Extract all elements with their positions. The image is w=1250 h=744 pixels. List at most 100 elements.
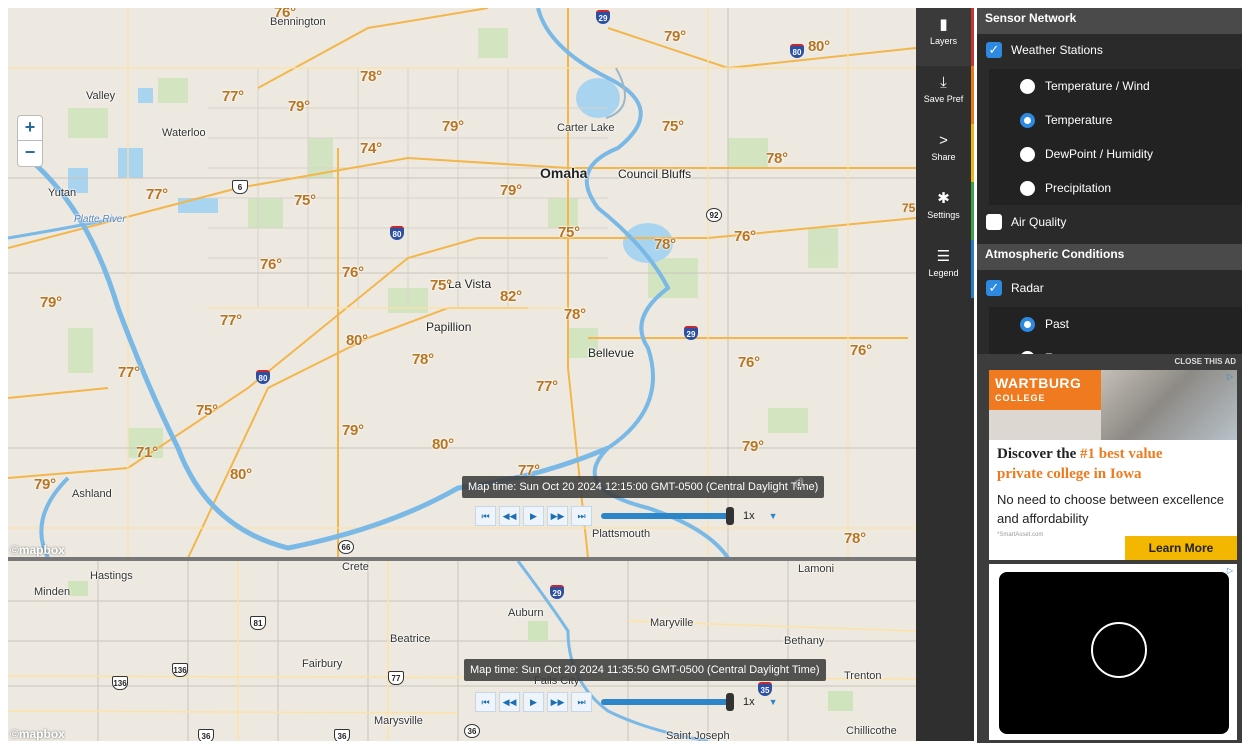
state-highway-shield: 92 — [706, 208, 722, 222]
list-icon: ☰ — [936, 248, 951, 265]
temp-reading[interactable]: 80° — [230, 466, 252, 483]
time-slider[interactable] — [601, 507, 734, 525]
learn-more-button[interactable]: Learn More — [1125, 536, 1237, 560]
temp-reading[interactable]: 77° — [118, 364, 140, 381]
temp-reading[interactable]: 78° — [412, 351, 434, 368]
city-label: Waterloo — [162, 127, 206, 139]
video-ad[interactable]: ▷ — [989, 564, 1237, 740]
skip-back-button[interactable]: ⏮ — [475, 692, 496, 712]
step-back-button[interactable]: ◀◀ — [499, 506, 520, 526]
speed-value: 1x — [743, 510, 755, 522]
city-label: Fairbury — [302, 658, 343, 670]
layer-radar[interactable]: ✓ Radar — [977, 271, 1242, 305]
tool-share[interactable]: > Share — [916, 124, 974, 182]
radio-button[interactable] — [1020, 79, 1035, 94]
tool-label: Save Pref — [923, 94, 964, 104]
checkbox-checked[interactable]: ✓ — [986, 280, 1002, 296]
weather-map-secondary[interactable]: Hastings Minden Crete Lamoni Auburn Mary… — [8, 561, 916, 741]
river-label: Platte River — [74, 214, 126, 225]
temp-reading[interactable]: 79° — [342, 422, 364, 439]
play-button[interactable]: ▶ — [523, 506, 544, 526]
temp-reading[interactable]: 75° — [558, 224, 580, 241]
skip-forward-button[interactable]: ⏭ — [571, 692, 592, 712]
tool-settings[interactable]: ✱ Settings — [916, 182, 974, 240]
temp-reading[interactable]: 78° — [844, 530, 866, 547]
tool-legend[interactable]: ☰ Legend — [916, 240, 974, 298]
temp-reading[interactable]: 80° — [432, 436, 454, 453]
temp-reading[interactable]: 78° — [654, 236, 676, 253]
college-ad[interactable]: WARTBURG COLLEGE ▷ Discover the #1 best … — [989, 370, 1237, 560]
checkbox-checked[interactable]: ✓ — [986, 42, 1002, 58]
radio-button-selected[interactable] — [1020, 317, 1035, 332]
caret-down-icon: ▼ — [768, 697, 778, 707]
temp-reading[interactable]: 77° — [536, 378, 558, 395]
temp-reading[interactable]: 79° — [288, 98, 310, 115]
layer-weather-stations[interactable]: ✓ Weather Stations — [977, 33, 1242, 67]
radio-button[interactable] — [1020, 147, 1035, 162]
zoom-out-button[interactable]: − — [17, 141, 43, 167]
play-button[interactable]: ▶ — [523, 692, 544, 712]
temp-reading[interactable]: 76° — [260, 256, 282, 273]
interstate-shield: 80 — [256, 370, 270, 384]
logo-text: WARTBURG — [995, 375, 1082, 391]
temp-reading[interactable]: 80° — [346, 332, 368, 349]
video-player[interactable] — [999, 572, 1229, 734]
option-temperature[interactable]: Temperature — [989, 103, 1242, 137]
radio-button-selected[interactable] — [1020, 113, 1035, 128]
temp-reading[interactable]: 79° — [442, 118, 464, 135]
temp-reading[interactable]: 75° — [430, 277, 452, 294]
adchoices-icon[interactable]: ▷ — [1227, 566, 1233, 575]
speed-select[interactable]: 1x ▼ — [743, 692, 783, 712]
option-past[interactable]: Past — [989, 307, 1242, 341]
temp-reading[interactable]: 79° — [664, 28, 686, 45]
slider-handle[interactable] — [726, 507, 734, 525]
close-ad-button[interactable]: CLOSE THIS AD — [1175, 357, 1236, 366]
temp-reading[interactable]: 79° — [500, 182, 522, 199]
temp-reading[interactable]: 74° — [360, 140, 382, 157]
zoom-in-button[interactable]: + — [17, 115, 43, 141]
temp-reading[interactable]: 79° — [40, 294, 62, 311]
tool-layers[interactable]: ▮ Layers — [916, 8, 974, 66]
download-icon: ⤓ — [940, 74, 947, 91]
weather-map-main[interactable]: Bennington Valley Waterloo Yutan Platte … — [8, 8, 916, 558]
temp-reading[interactable]: 78° — [766, 150, 788, 167]
temp-reading[interactable]: 77° — [222, 88, 244, 105]
skip-back-button[interactable]: ⏮ — [475, 506, 496, 526]
temp-reading[interactable]: 75° — [662, 118, 684, 135]
temp-reading[interactable]: 76° — [850, 342, 872, 359]
tool-save-pref[interactable]: ⤓ Save Pref — [916, 66, 974, 124]
temp-reading[interactable]: 78° — [564, 306, 586, 323]
step-forward-button[interactable]: ▶▶ — [547, 506, 568, 526]
option-dewpoint-humidity[interactable]: DewPoint / Humidity — [989, 137, 1242, 171]
temp-reading[interactable]: 71° — [136, 444, 158, 461]
us-highway-shield: 81 — [250, 616, 266, 630]
temp-reading[interactable]: 76° — [738, 354, 760, 371]
step-back-button[interactable]: ◀◀ — [499, 692, 520, 712]
skip-forward-button[interactable]: ⏭ — [571, 506, 592, 526]
temp-reading[interactable]: 80° — [808, 38, 830, 55]
option-future[interactable]: Future — [989, 341, 1242, 354]
layer-air-quality[interactable]: Air Quality — [977, 205, 1242, 239]
temp-reading[interactable]: 77° — [220, 312, 242, 329]
temp-reading[interactable]: 76° — [734, 228, 756, 245]
time-slider[interactable] — [601, 693, 734, 711]
step-forward-button[interactable]: ▶▶ — [547, 692, 568, 712]
temp-reading[interactable]: 79° — [34, 476, 56, 493]
temp-reading[interactable]: 76° — [342, 264, 364, 281]
temp-reading[interactable]: 82° — [500, 288, 522, 305]
temp-reading[interactable]: 77° — [146, 186, 168, 203]
ad-source: *SmartAsset.com — [997, 532, 1044, 538]
option-temperature-wind[interactable]: Temperature / Wind — [989, 69, 1242, 103]
temp-reading[interactable]: 75° — [196, 402, 218, 419]
slider-handle[interactable] — [726, 693, 734, 711]
checkbox-unchecked[interactable] — [986, 214, 1002, 230]
speed-select[interactable]: 1x ▼ — [743, 506, 783, 526]
adchoices-icon[interactable]: ▷ — [1227, 372, 1233, 381]
temp-reading[interactable]: 76° — [274, 8, 296, 21]
radio-button[interactable] — [1020, 181, 1035, 196]
us-highway-shield: 36 — [198, 729, 214, 741]
temp-reading[interactable]: 78° — [360, 68, 382, 85]
temp-reading[interactable]: 75° — [294, 192, 316, 209]
temp-reading[interactable]: 79° — [742, 438, 764, 455]
option-precipitation[interactable]: Precipitation — [989, 171, 1242, 205]
